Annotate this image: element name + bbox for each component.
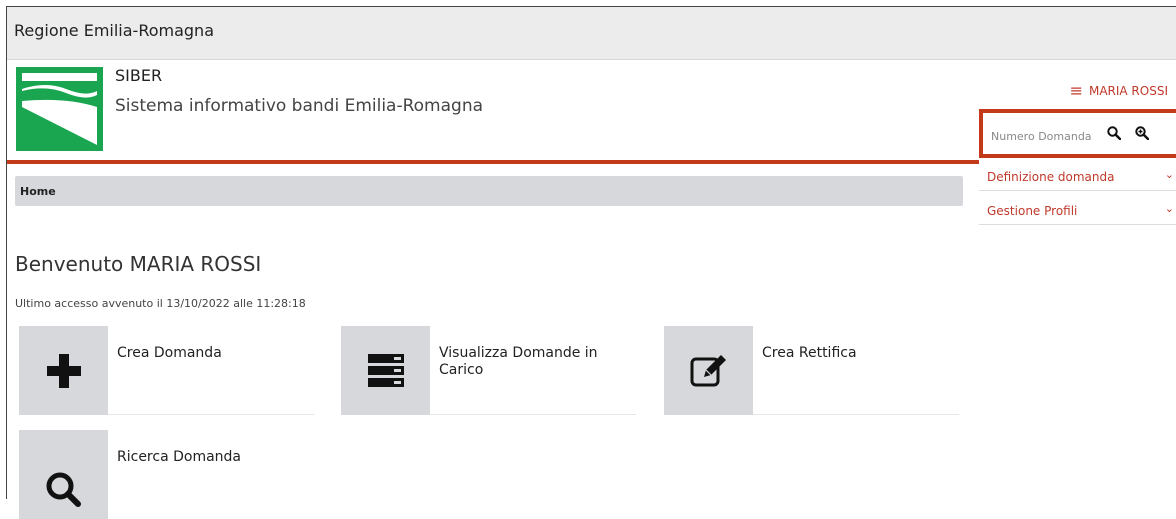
search-icon[interactable] xyxy=(19,430,108,519)
hamburger-icon[interactable]: ≡ xyxy=(1070,83,1083,99)
breadcrumb: Home xyxy=(15,176,963,206)
edit-icon[interactable] xyxy=(664,326,753,415)
tile-label[interactable]: Visualizza Domande in Carico xyxy=(439,345,619,379)
region-title: Regione Emilia-Romagna xyxy=(14,21,214,40)
app-subtitle: Sistema informativo bandi Emilia-Romagna xyxy=(115,96,484,116)
tile-label[interactable]: Ricerca Domanda xyxy=(117,449,297,466)
user-menu[interactable]: ≡ MARIA ROSSI xyxy=(1070,83,1168,99)
tile-divider xyxy=(430,414,636,415)
tile-crea-domanda[interactable]: Crea Domanda xyxy=(19,326,314,415)
plus-icon[interactable] xyxy=(19,326,108,415)
breadcrumb-home[interactable]: Home xyxy=(20,185,56,198)
chevron-down-icon: ⌄ xyxy=(1164,168,1174,181)
tile-visualizza-domande[interactable]: Visualizza Domande in Carico xyxy=(341,326,636,415)
header-divider xyxy=(7,160,979,164)
sidebar-item-definizione-domanda[interactable]: Definizione domanda ⌄ xyxy=(979,162,1176,191)
numero-domanda-input[interactable] xyxy=(989,123,1097,149)
tile-label[interactable]: Crea Domanda xyxy=(117,345,297,362)
search-box xyxy=(979,109,1176,158)
server-list-icon[interactable] xyxy=(341,326,430,415)
tile-ricerca-domanda[interactable]: Ricerca Domanda xyxy=(19,430,314,519)
sidebar-item-label: Gestione Profili xyxy=(987,204,1078,218)
tile-crea-rettifica[interactable]: Crea Rettifica xyxy=(664,326,959,415)
tile-divider xyxy=(108,414,314,415)
chevron-down-icon: ⌄ xyxy=(1164,202,1174,215)
app-name: SIBER xyxy=(115,66,163,85)
top-bar: Regione Emilia-Romagna xyxy=(7,7,1176,60)
user-name[interactable]: MARIA ROSSI xyxy=(1089,84,1168,98)
search-icon[interactable] xyxy=(1103,121,1125,145)
sidebar-item-label: Definizione domanda xyxy=(987,170,1115,184)
zoom-in-icon[interactable] xyxy=(1131,121,1153,145)
last-access-text: Ultimo accesso avvenuto il 13/10/2022 al… xyxy=(15,297,306,310)
tile-divider xyxy=(753,414,959,415)
sidebar-item-gestione-profili[interactable]: Gestione Profili ⌄ xyxy=(979,196,1176,225)
tile-label[interactable]: Crea Rettifica xyxy=(762,345,942,362)
welcome-heading: Benvenuto MARIA ROSSI xyxy=(15,252,262,276)
emilia-romagna-logo[interactable] xyxy=(16,67,103,151)
